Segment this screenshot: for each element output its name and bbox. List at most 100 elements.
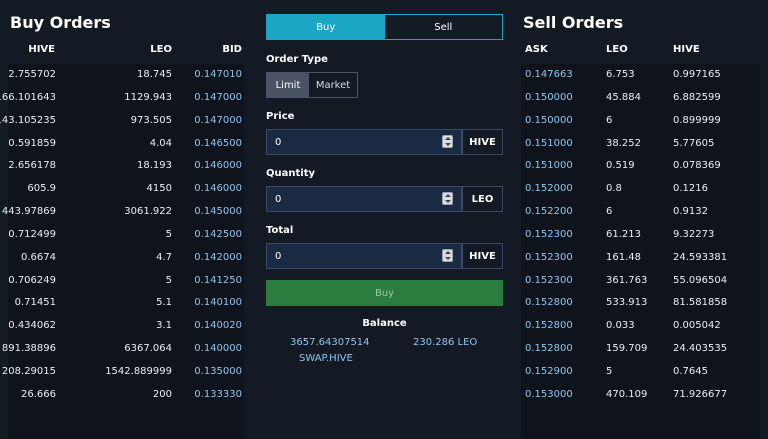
- buy-order-row[interactable]: 26.666 200 0.133330: [0, 384, 252, 407]
- balance-hive-amount[interactable]: 3657.64307514: [290, 337, 370, 348]
- sell-cell-leo: 0.033: [606, 320, 635, 332]
- sell-cell-hive: 0.078369: [673, 160, 721, 172]
- sell-cell-ask: 0.152800: [525, 320, 573, 332]
- sell-order-row[interactable]: 0.152300 61.213 9.32273: [513, 224, 768, 247]
- order-type-toggle: Limit Market: [266, 72, 358, 98]
- sell-cell-hive: 55.096504: [673, 274, 728, 286]
- order-type-limit-button[interactable]: Limit: [267, 73, 309, 97]
- buy-order-row[interactable]: 166.101643 1129.943 0.147000: [0, 87, 252, 110]
- sell-cell-hive: 24.403535: [673, 343, 728, 355]
- buy-cell-hive: 605.9: [27, 183, 56, 195]
- buy-cell-hive: 0.591859: [8, 137, 56, 149]
- header-leo: LEO: [606, 44, 628, 55]
- buy-order-row[interactable]: 208.29015 1542.889999 0.135000: [0, 361, 252, 384]
- buy-order-row[interactable]: 0.434062 3.1 0.140020: [0, 315, 252, 338]
- buy-order-row[interactable]: 443.97869 3061.922 0.145000: [0, 201, 252, 224]
- sell-orders-title: Sell Orders: [523, 13, 624, 32]
- sell-order-row[interactable]: 0.152200 6 0.9132: [513, 201, 768, 224]
- buy-cell-leo: 4.7: [156, 251, 172, 263]
- sell-order-row[interactable]: 0.152900 5 0.7645: [513, 361, 768, 384]
- buy-cell-bid: 0.147010: [194, 69, 242, 80]
- balance-title: Balance: [362, 318, 407, 329]
- sell-order-row[interactable]: 0.152000 0.8 0.1216: [513, 178, 768, 201]
- sell-order-row[interactable]: 0.153000 470.109 71.926677: [513, 384, 768, 407]
- total-value: 0: [275, 251, 282, 262]
- submit-buy-button[interactable]: Buy: [266, 280, 503, 306]
- sell-order-row[interactable]: 0.150000 6 0.899999: [513, 110, 768, 133]
- buy-cell-bid: 0.140000: [194, 343, 242, 355]
- balance-hive-symbol[interactable]: SWAP.HIVE: [299, 353, 353, 364]
- buy-cell-leo: 3061.922: [124, 206, 172, 218]
- sell-cell-hive: 71.926677: [673, 388, 728, 400]
- buy-order-row[interactable]: 891.38896 6367.064 0.140000: [0, 338, 252, 361]
- buy-cell-bid: 0.147000: [194, 91, 242, 103]
- sell-cell-leo: 0.519: [606, 160, 635, 172]
- sell-cell-ask: 0.152200: [525, 206, 573, 218]
- sell-cell-hive: 0.9132: [673, 206, 708, 218]
- sell-orders-table: ASK LEO HIVE 0.147663 6.753 0.997165 0.1500…: [513, 34, 768, 439]
- sell-cell-leo: 6.753: [606, 69, 635, 80]
- buy-orders-rows: 2.755702 18.745 0.147010 166.101643 1129.943…: [0, 64, 252, 407]
- quantity-stepper-icon[interactable]: [442, 192, 453, 205]
- sell-cell-ask: 0.152800: [525, 343, 573, 355]
- buy-cell-leo: 3.1: [156, 320, 172, 332]
- buy-cell-hive: 443.97869: [1, 206, 56, 218]
- total-stepper-icon[interactable]: [442, 249, 453, 262]
- sell-order-row[interactable]: 0.152300 361.763 55.096504: [513, 270, 768, 293]
- sell-cell-leo: 161.48: [606, 251, 641, 263]
- sell-cell-hive: 0.899999: [673, 114, 721, 126]
- total-unit: HIVE: [462, 243, 503, 269]
- buy-cell-hive: 0.712499: [8, 228, 56, 240]
- sell-order-row[interactable]: 0.152800 0.033 0.005042: [513, 315, 768, 338]
- sell-order-row[interactable]: 0.152800 159.709 24.403535: [513, 338, 768, 361]
- sell-order-row[interactable]: 0.151000 0.519 0.078369: [513, 155, 768, 178]
- buy-cell-leo: 1129.943: [124, 91, 172, 103]
- quantity-input[interactable]: 0: [266, 186, 462, 212]
- buy-cell-bid: 0.135000: [194, 365, 242, 377]
- sell-order-row[interactable]: 0.147663 6.753 0.997165: [513, 64, 768, 87]
- buy-order-row[interactable]: 0.712499 5 0.142500: [0, 224, 252, 247]
- buy-order-row[interactable]: 143.105235 973.505 0.147000: [0, 110, 252, 133]
- buy-cell-bid: 0.146000: [194, 160, 242, 172]
- tab-sell[interactable]: Sell: [385, 15, 503, 39]
- sell-cell-ask: 0.150000: [525, 114, 573, 126]
- sell-orders-rows: 0.147663 6.753 0.997165 0.150000 45.884 6.882…: [513, 64, 768, 407]
- buy-orders-title: Buy Orders: [10, 13, 111, 32]
- price-unit: HIVE: [462, 129, 503, 155]
- sell-order-row[interactable]: 0.152300 161.48 24.593381: [513, 247, 768, 270]
- buy-cell-leo: 5: [165, 228, 172, 240]
- buy-cell-hive: 2.755702: [8, 69, 56, 80]
- total-input[interactable]: 0: [266, 243, 462, 269]
- sell-cell-leo: 361.763: [606, 274, 648, 286]
- buy-order-row[interactable]: 0.591859 4.04 0.146500: [0, 133, 252, 156]
- header-bid: BID: [222, 44, 242, 55]
- buy-cell-leo: 1542.889999: [105, 365, 172, 377]
- balance-leo[interactable]: 230.286 LEO: [413, 337, 477, 348]
- buy-cell-bid: 0.142000: [194, 251, 242, 263]
- quantity-label: Quantity: [266, 168, 315, 179]
- tab-buy[interactable]: Buy: [267, 15, 385, 39]
- sell-cell-ask: 0.152300: [525, 274, 573, 286]
- buy-order-row[interactable]: 2.755702 18.745 0.147010: [0, 64, 252, 87]
- sell-order-row[interactable]: 0.150000 45.884 6.882599: [513, 87, 768, 110]
- price-stepper-icon[interactable]: [442, 135, 453, 148]
- sell-orders-header: ASK LEO HIVE: [513, 34, 768, 64]
- sell-order-row[interactable]: 0.152800 533.913 81.581858: [513, 292, 768, 315]
- buy-cell-bid: 0.147000: [194, 114, 242, 126]
- buy-order-row[interactable]: 2.656178 18.193 0.146000: [0, 155, 252, 178]
- buy-cell-leo: 6367.064: [124, 343, 172, 355]
- buy-order-row[interactable]: 0.6674 4.7 0.142000: [0, 247, 252, 270]
- sell-cell-hive: 81.581858: [673, 297, 728, 309]
- buy-order-row[interactable]: 605.9 4150 0.146000: [0, 178, 252, 201]
- sell-cell-leo: 0.8: [606, 183, 622, 195]
- sell-cell-leo: 6: [606, 114, 613, 126]
- quantity-value: 0: [275, 194, 282, 205]
- price-input[interactable]: 0: [266, 129, 462, 155]
- buy-order-row[interactable]: 0.706249 5 0.141250: [0, 270, 252, 293]
- sell-order-row[interactable]: 0.151000 38.252 5.77605: [513, 133, 768, 156]
- sell-cell-ask: 0.150000: [525, 91, 573, 103]
- sell-cell-ask: 0.151000: [525, 160, 573, 172]
- sell-cell-leo: 45.884: [606, 91, 641, 103]
- buy-order-row[interactable]: 0.71451 5.1 0.140100: [0, 292, 252, 315]
- order-type-market-button[interactable]: Market: [309, 73, 357, 97]
